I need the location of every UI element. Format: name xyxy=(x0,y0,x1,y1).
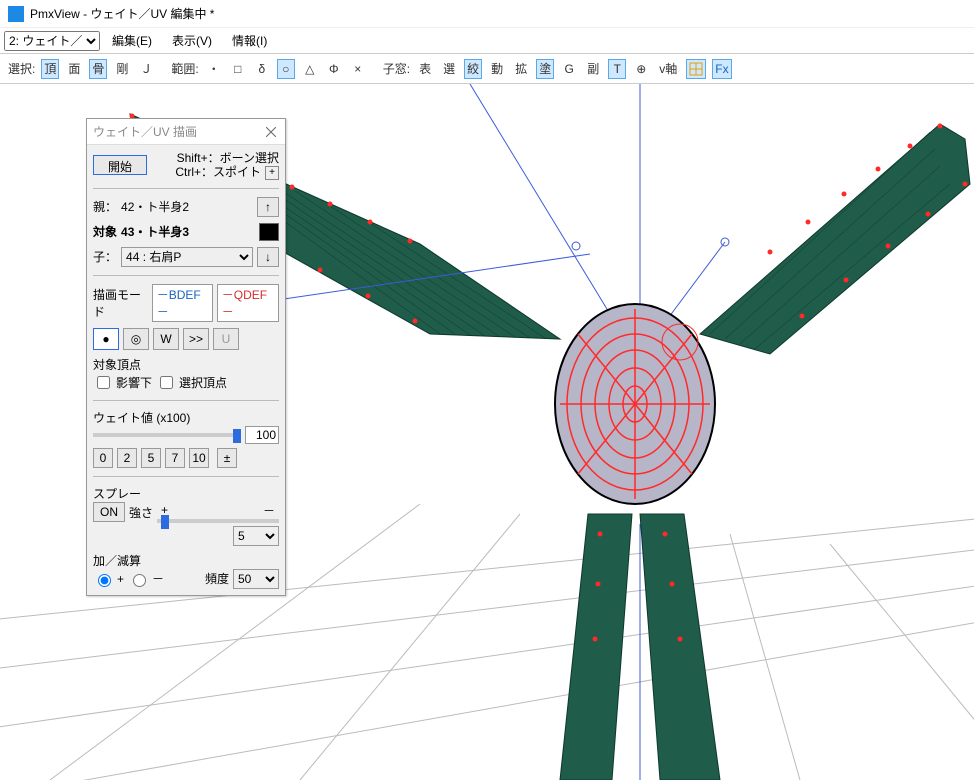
cw-shibo-button[interactable]: 絞 xyxy=(464,59,482,79)
parent-label: 親： xyxy=(93,198,117,215)
panel-header[interactable]: ウェイト／UV 描画 xyxy=(87,119,285,145)
panel-title: ウェイト／UV 描画 xyxy=(93,123,197,140)
start-button[interactable]: 開始 xyxy=(93,155,147,175)
range-times-button[interactable]: × xyxy=(349,59,367,79)
mode-u-button[interactable]: U xyxy=(213,328,239,350)
select-bone-button[interactable]: 骨 xyxy=(89,59,107,79)
weight-uv-panel[interactable]: ウェイト／UV 描画 開始 Shift+：ボーン選択 Ctrl+：スポイト + … xyxy=(86,118,286,596)
grid-icon[interactable] xyxy=(686,59,706,79)
mode-ff-button[interactable]: >> xyxy=(183,328,209,350)
target-label: 対象 xyxy=(93,223,117,240)
parent-value: 42・ト半身2 xyxy=(121,198,253,215)
weight-value-label: ウェイト値 (x100) xyxy=(93,409,279,426)
menu-bar: 2: ウェイト／UV: 編集(E) 表示(V) 情報(I) xyxy=(0,28,974,54)
cw-sen-button[interactable]: 選 xyxy=(440,59,458,79)
app-icon xyxy=(8,6,24,22)
mode-dot-button[interactable]: ● xyxy=(93,328,119,350)
selected-vertex-checkbox[interactable]: 選択頂点 xyxy=(156,373,227,392)
select-vertex-button[interactable]: 頂 xyxy=(41,59,59,79)
hint-ctrl: Ctrl+：スポイト xyxy=(175,165,261,179)
strength-select[interactable]: 5 xyxy=(233,526,279,546)
child-window-label: 子窓: xyxy=(383,60,410,77)
child-label: 子： xyxy=(93,248,117,265)
parent-up-button[interactable]: ↑ xyxy=(257,197,279,217)
freq-label: 頻度 xyxy=(205,570,229,587)
cw-hyou-button[interactable]: 表 xyxy=(416,59,434,79)
target-color-box[interactable] xyxy=(259,223,279,241)
range-triangle-button[interactable]: △ xyxy=(301,59,319,79)
panel-close-button[interactable] xyxy=(263,124,279,140)
child-down-button[interactable]: ↓ xyxy=(257,247,279,267)
toolbar: 選択: 頂 面 骨 剛 Ｊ 範囲: ・ □ δ ○ △ Φ × 子窓: 表 選 … xyxy=(0,54,974,84)
qdef-button[interactable]: －QDEF－ xyxy=(217,284,279,322)
axis-glyph-button[interactable]: ⊕ xyxy=(632,59,650,79)
addsub-minus-radio[interactable]: － xyxy=(128,570,164,587)
addsub-label: 加／減算 xyxy=(93,552,279,569)
select-face-button[interactable]: 面 xyxy=(65,59,83,79)
cw-t-button[interactable]: T xyxy=(608,59,626,79)
addsub-plus-radio[interactable]: + xyxy=(93,571,124,587)
child-select[interactable]: 44 : 右肩P xyxy=(121,247,253,267)
grid-svg-icon xyxy=(689,62,703,76)
target-vertex-label: 対象頂点 xyxy=(93,356,279,373)
target-value: 43・ト半身3 xyxy=(121,223,255,240)
preset-5-button[interactable]: 5 xyxy=(141,448,161,468)
range-delta-button[interactable]: δ xyxy=(253,59,271,79)
weight-input[interactable] xyxy=(245,426,279,444)
select-label: 選択: xyxy=(8,60,35,77)
draw-mode-label: 描画モード xyxy=(93,286,148,320)
cw-fuku-button[interactable]: 副 xyxy=(584,59,602,79)
window-title: PmxView - ウェイト／UV 編集中 * xyxy=(30,5,214,22)
cw-kaku-button[interactable]: 拡 xyxy=(512,59,530,79)
preset-2-button[interactable]: 2 xyxy=(117,448,137,468)
influence-checkbox[interactable]: 影響下 xyxy=(93,373,152,392)
preset-0-button[interactable]: 0 xyxy=(93,448,113,468)
eyedropper-plus-button[interactable]: + xyxy=(265,166,279,180)
bdef-button[interactable]: －BDEF－ xyxy=(152,284,213,322)
range-label: 範囲: xyxy=(171,60,198,77)
preset-10-button[interactable]: 10 xyxy=(189,448,209,468)
range-phi-button[interactable]: Φ xyxy=(325,59,343,79)
mode-ring-button[interactable]: ◎ xyxy=(123,328,149,350)
strength-slider[interactable] xyxy=(157,519,279,523)
mode-select[interactable]: 2: ウェイト／UV: xyxy=(4,31,100,51)
strength-label: 強さ xyxy=(129,504,153,521)
spray-on-button[interactable]: ON xyxy=(93,502,125,522)
menu-info[interactable]: 情報(I) xyxy=(224,30,275,51)
close-icon xyxy=(266,127,276,137)
title-bar: PmxView - ウェイト／UV 編集中 * xyxy=(0,0,974,28)
cw-nuri-button[interactable]: 塗 xyxy=(536,59,554,79)
menu-view[interactable]: 表示(V) xyxy=(164,30,220,51)
hint-shift: Shift+：ボーン選択 xyxy=(151,151,279,165)
cw-dou-button[interactable]: 動 xyxy=(488,59,506,79)
mode-w-button[interactable]: W xyxy=(153,328,179,350)
range-square-button[interactable]: □ xyxy=(229,59,247,79)
preset-7-button[interactable]: 7 xyxy=(165,448,185,468)
strength-minus-label: － xyxy=(263,502,275,519)
spray-label: スプレー xyxy=(93,485,279,502)
range-circle-button[interactable]: ○ xyxy=(277,59,295,79)
select-rigid-button[interactable]: 剛 xyxy=(113,59,131,79)
select-joint-button[interactable]: Ｊ xyxy=(137,59,155,79)
menu-edit[interactable]: 編集(E) xyxy=(104,30,160,51)
range-dot-button[interactable]: ・ xyxy=(205,59,223,79)
preset-pm-button[interactable]: ± xyxy=(217,448,237,468)
weight-slider[interactable] xyxy=(93,433,241,437)
freq-select[interactable]: 50 xyxy=(233,569,279,589)
fx-button[interactable]: Fx xyxy=(712,59,731,79)
axis-button[interactable]: v軸 xyxy=(656,59,680,79)
cw-g-button[interactable]: G xyxy=(560,59,578,79)
